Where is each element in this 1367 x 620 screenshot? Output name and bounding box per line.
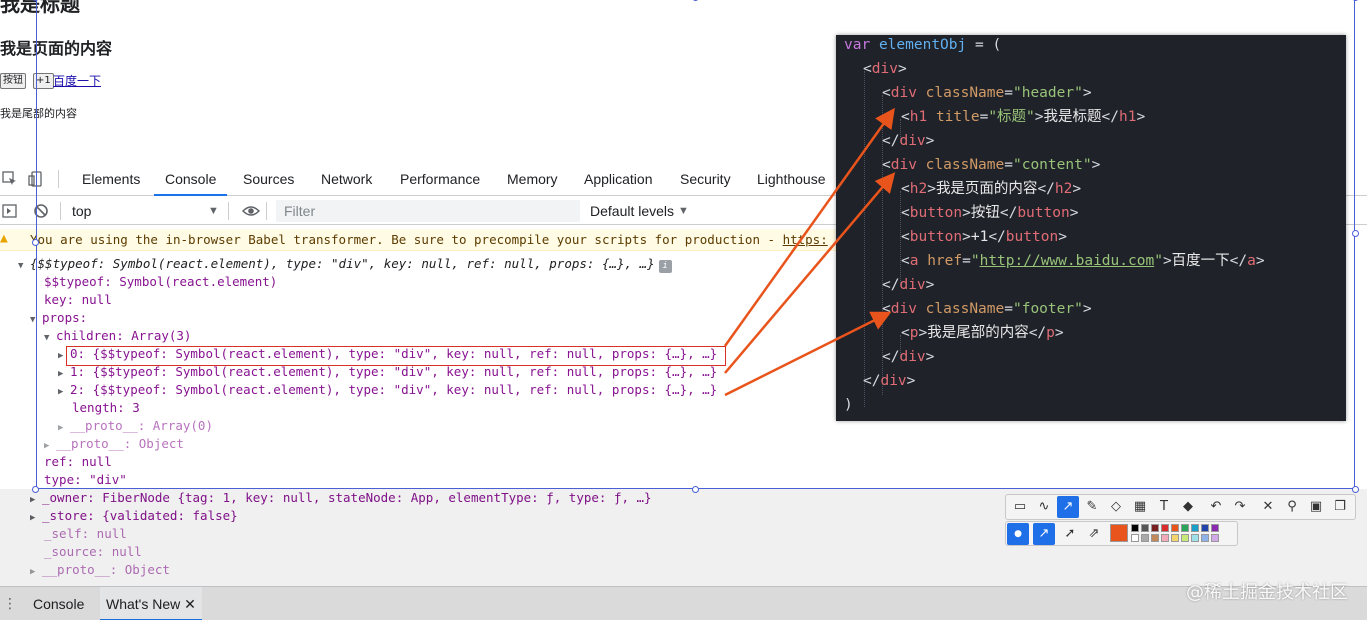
mosaic-tool-icon[interactable]: ▦ — [1129, 496, 1151, 518]
color-swatch[interactable] — [1191, 534, 1199, 542]
current-color-swatch[interactable] — [1110, 524, 1128, 542]
color-swatch[interactable] — [1191, 524, 1199, 532]
color-swatch[interactable] — [1171, 524, 1179, 532]
arrow-to-footer — [724, 311, 892, 397]
arrow-style-3-icon[interactable]: ⇗ — [1083, 523, 1105, 545]
arrow-to-header — [723, 107, 895, 347]
annotation-style-bar: ● ↗ ➚ ⇗ — [1005, 521, 1238, 546]
close-icon[interactable]: ✕ — [1257, 496, 1279, 518]
color-swatch[interactable] — [1151, 534, 1159, 542]
color-swatch[interactable] — [1151, 524, 1159, 532]
text-tool-icon[interactable]: T — [1153, 496, 1175, 518]
arrow-to-content — [724, 172, 896, 374]
curve-tool-icon[interactable]: ∿ — [1033, 496, 1055, 518]
color-swatch[interactable] — [1131, 534, 1139, 542]
undo-icon[interactable]: ↶ — [1205, 496, 1227, 518]
small-size-icon[interactable]: ● — [1007, 523, 1029, 545]
pin-icon[interactable]: ⚲ — [1281, 496, 1303, 518]
color-swatch[interactable] — [1211, 534, 1219, 542]
annotation-toolbar: ▭ ∿ ↗ ✎ ◇ ▦ T ◆ ↶ ↷ ✕ ⚲ ▣ ❐ — [1005, 494, 1356, 520]
arrow-tool-icon[interactable]: ↗ — [1057, 496, 1079, 518]
save-icon[interactable]: ▣ — [1305, 496, 1327, 518]
color-swatch[interactable] — [1141, 524, 1149, 532]
color-swatch[interactable] — [1201, 524, 1209, 532]
color-swatch[interactable] — [1161, 524, 1169, 532]
color-swatch[interactable] — [1171, 534, 1179, 542]
arrow-style-icon[interactable]: ↗ — [1033, 523, 1055, 545]
redo-icon[interactable]: ↷ — [1229, 496, 1251, 518]
color-swatch[interactable] — [1181, 534, 1189, 542]
arrow-style-2-icon[interactable]: ➚ — [1059, 523, 1081, 545]
color-swatch[interactable] — [1141, 534, 1149, 542]
color-swatch[interactable] — [1131, 524, 1139, 532]
eraser-tool-icon[interactable]: ◆ — [1177, 496, 1199, 518]
rectangle-tool-icon[interactable]: ▭ — [1009, 496, 1031, 518]
color-swatch[interactable] — [1181, 524, 1189, 532]
color-swatch[interactable] — [1161, 534, 1169, 542]
color-swatch[interactable] — [1211, 524, 1219, 532]
pen-tool-icon[interactable]: ✎ — [1081, 496, 1103, 518]
watermark: @稀土掘金技术社区 — [1186, 582, 1348, 603]
color-swatch[interactable] — [1201, 534, 1209, 542]
marker-tool-icon[interactable]: ◇ — [1105, 496, 1127, 518]
copy-icon[interactable]: ❐ — [1329, 496, 1351, 518]
